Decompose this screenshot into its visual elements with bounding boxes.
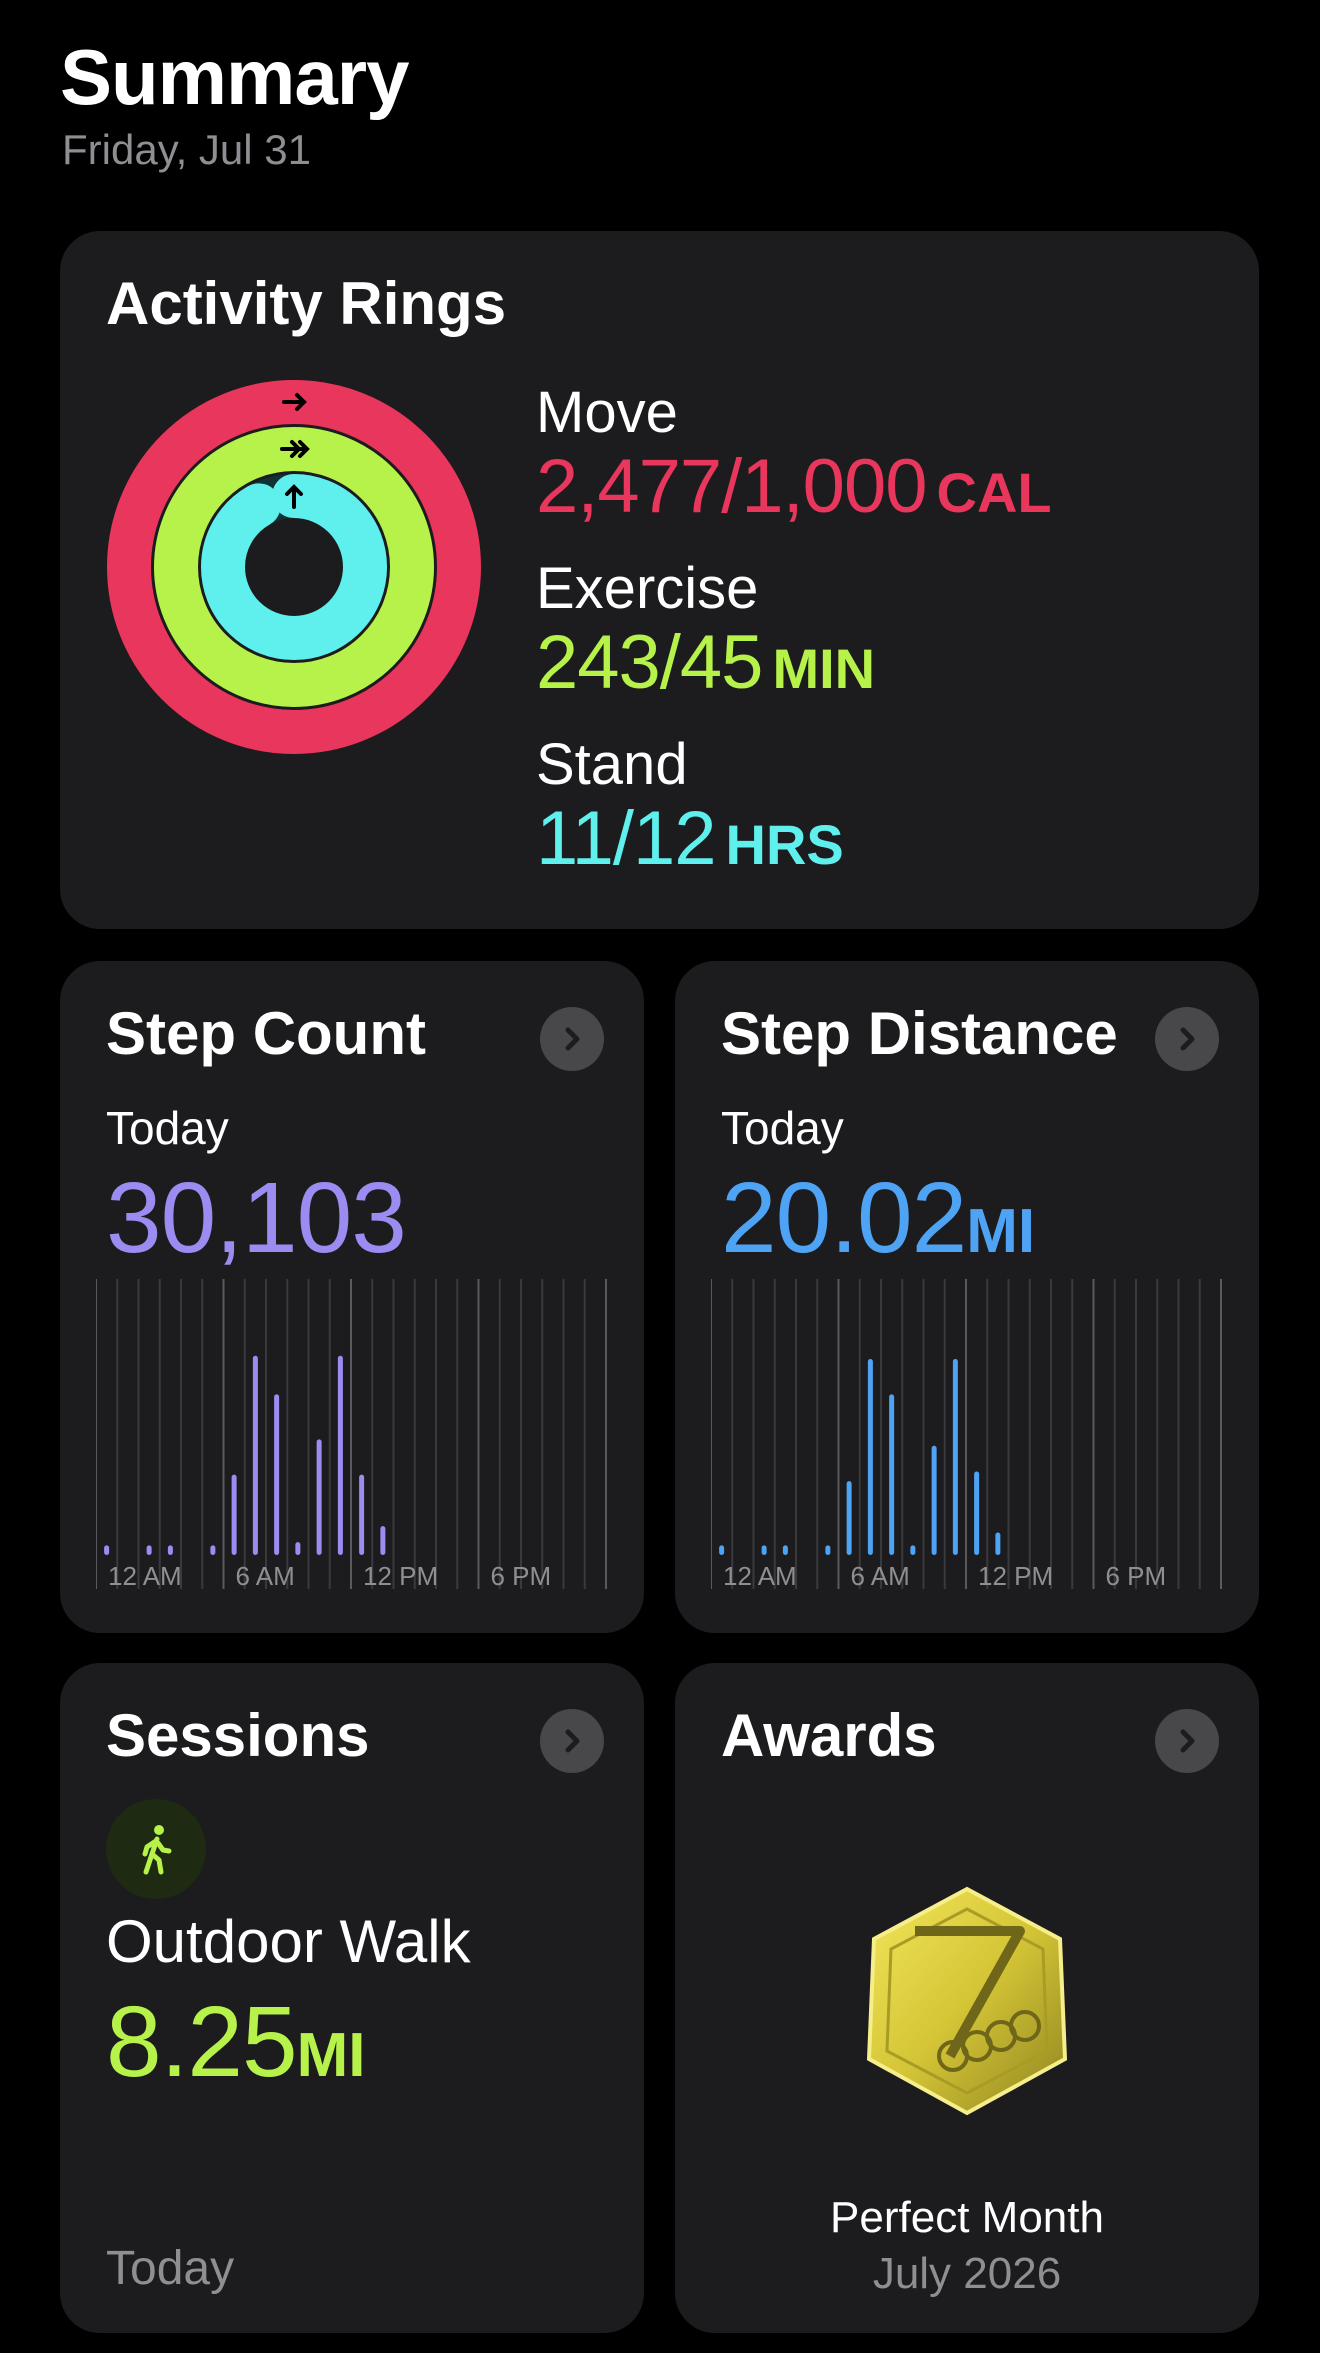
step-count-bar (274, 1394, 280, 1555)
step-count-axis-label: 6 PM (491, 1561, 552, 1591)
step-distance-bar (931, 1445, 937, 1555)
stand-ring (201, 474, 387, 660)
step-count-chart: 12 AM 6 AM 12 PM 6 PM (96, 1279, 607, 1591)
step-distance-card[interactable]: Step Distance Today 20.02MI 12 AM 6 AM 12 … (675, 961, 1259, 1633)
step-distance-bar (910, 1545, 916, 1555)
step-count-bar (146, 1545, 152, 1555)
step-count-bar (316, 1439, 322, 1555)
sessions-title: Sessions (106, 1702, 370, 1769)
step-distance-axis-label: 12 AM (723, 1561, 797, 1591)
step-count-bar (359, 1474, 365, 1555)
step-count-bar (252, 1355, 258, 1555)
sessions-card[interactable]: Sessions Outdoor Walk 8.25MI Today (60, 1663, 644, 2333)
medal-icon (866, 1886, 1068, 2116)
step-count-axis-label: 12 AM (108, 1561, 182, 1591)
activity-rings-card[interactable]: Activity Rings Move 2,477/1,000 CAL Exerc… (60, 231, 1259, 929)
stand-label: Stand (536, 732, 688, 797)
step-distance-today-label: Today (721, 1102, 844, 1154)
workout-name: Outdoor Walk (106, 1908, 471, 1975)
step-count-chevron-icon[interactable] (540, 1007, 604, 1071)
step-distance-bar (974, 1471, 980, 1555)
exercise-value: 243/45 MIN (536, 619, 875, 706)
session-date: Today (106, 2242, 235, 2295)
page-date: Friday, Jul 31 (62, 126, 311, 173)
step-count-bar (167, 1545, 173, 1555)
awards-card[interactable]: Awards Perfect Month July 2026 (675, 1663, 1259, 2333)
step-distance-bar (995, 1532, 1001, 1555)
step-distance-bar (782, 1545, 788, 1555)
step-distance-bar (825, 1545, 831, 1555)
step-count-value: 30,103 (106, 1162, 407, 1274)
activity-rings-graphic (107, 380, 481, 754)
step-count-today-label: Today (106, 1102, 229, 1154)
step-distance-unit: MI (966, 1197, 1036, 1266)
step-count-bar (337, 1355, 343, 1555)
activity-rings-title: Activity Rings (106, 270, 507, 337)
workout-unit: MI (296, 2021, 366, 2090)
sessions-chevron-icon[interactable] (540, 1709, 604, 1773)
move-unit: CAL (936, 461, 1052, 524)
exercise-unit: MIN (772, 637, 876, 700)
step-distance-bar (719, 1545, 725, 1555)
step-distance-bar (761, 1545, 767, 1555)
step-distance-chart: 12 AM 6 AM 12 PM 6 PM (711, 1279, 1222, 1591)
step-count-bar (295, 1542, 301, 1555)
award-name: Perfect Month (830, 2193, 1104, 2242)
step-distance-axis-label: 6 PM (1106, 1561, 1167, 1591)
workout-distance: 8.25MI (106, 1985, 366, 2100)
award-date: July 2026 (872, 2249, 1062, 2298)
step-count-axis-label: 12 PM (363, 1561, 438, 1591)
workout-amount: 8.25 (106, 1986, 298, 2098)
step-count-axis-label: 6 AM (236, 1561, 295, 1591)
step-distance-amount: 20.02 (721, 1162, 967, 1274)
page-title: Summary (60, 33, 409, 121)
step-count-card[interactable]: Step Count Today 30,103 12 AM 6 AM 12 PM 6 … (60, 961, 644, 1633)
move-value: 2,477/1,000 CAL (536, 443, 1052, 530)
step-distance-bar (889, 1394, 895, 1555)
step-count-bar (210, 1545, 216, 1555)
step-distance-value: 20.02MI (721, 1161, 1035, 1276)
exercise-label: Exercise (536, 556, 759, 621)
stand-value: 11/12 HRS (536, 795, 844, 882)
awards-title: Awards (721, 1702, 937, 1769)
stand-unit: HRS (725, 813, 844, 876)
step-count-bar (104, 1545, 110, 1555)
step-distance-bar (952, 1359, 958, 1555)
stand-amount: 11/12 (536, 796, 717, 881)
step-count-title: Step Count (106, 1000, 426, 1067)
step-distance-axis-label: 12 PM (978, 1561, 1053, 1591)
step-distance-title: Step Distance (721, 1000, 1118, 1067)
step-distance-axis-label: 6 AM (851, 1561, 910, 1591)
step-distance-bar (867, 1359, 873, 1555)
exercise-amount: 243/45 (536, 620, 763, 705)
step-distance-bar (846, 1481, 852, 1555)
move-amount: 2,477/1,000 (536, 444, 927, 529)
step-count-bar (380, 1526, 386, 1555)
walk-icon (106, 1799, 206, 1899)
step-count-bar (231, 1474, 237, 1555)
step-distance-chevron-icon[interactable] (1155, 1007, 1219, 1071)
move-label: Move (536, 380, 678, 445)
awards-chevron-icon[interactable] (1155, 1709, 1219, 1773)
